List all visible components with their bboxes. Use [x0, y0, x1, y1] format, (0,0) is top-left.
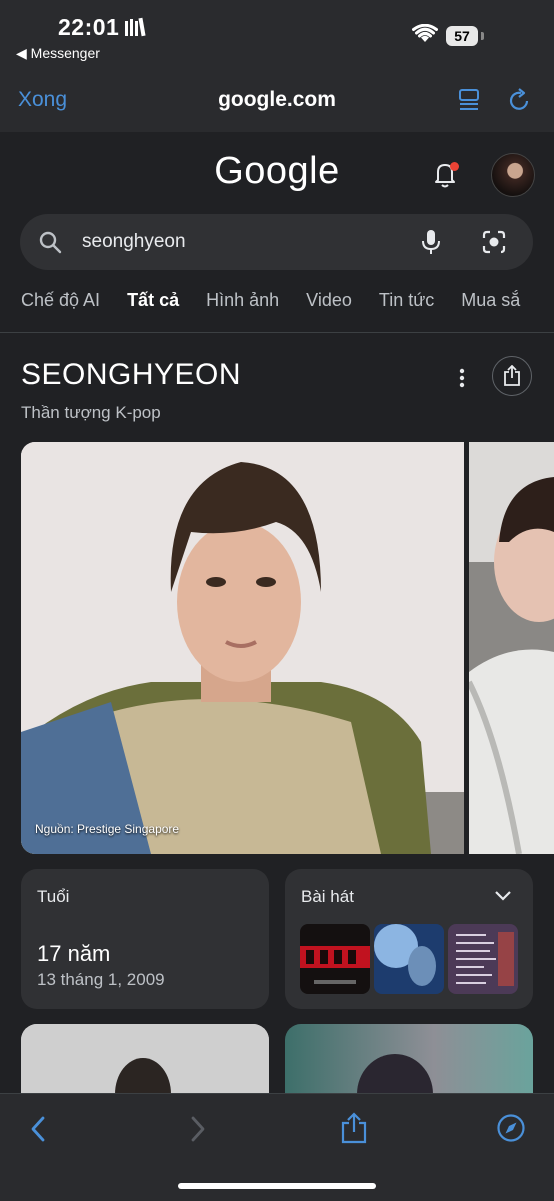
main-photo[interactable]: Nguồn: Prestige Singapore: [21, 442, 464, 854]
share-icon[interactable]: [340, 1112, 368, 1149]
image-card-1-photo: [21, 1024, 269, 1104]
book-icon: [124, 17, 148, 42]
battery-level: 57: [446, 26, 478, 46]
search-tabs: Chế độ AI Tất cả Hình ảnh Video Tin tức Mua s…: [21, 290, 554, 311]
mic-icon[interactable]: [420, 228, 442, 261]
tab-news[interactable]: Tin tức: [379, 290, 434, 311]
reload-icon[interactable]: [508, 88, 532, 119]
lens-icon[interactable]: [480, 229, 508, 260]
image-card-2-photo: [357, 1054, 433, 1104]
compass-icon[interactable]: [496, 1113, 526, 1148]
entity-subtitle: Thần tượng K-pop: [21, 403, 161, 422]
song-thumb-redred[interactable]: [300, 924, 370, 994]
song-thumb-blue[interactable]: [374, 924, 444, 994]
search-icon: [38, 230, 62, 259]
status-time: 22:01: [58, 14, 120, 40]
google-logo[interactable]: Google: [0, 150, 554, 193]
song-thumb-tracklist[interactable]: [448, 924, 518, 994]
entity-title: SEONGHYEON: [21, 358, 242, 391]
tab-video[interactable]: Video: [306, 290, 352, 311]
forward-arrow-icon[interactable]: [188, 1114, 208, 1149]
search-input[interactable]: seonghyeon: [20, 214, 533, 270]
search-query[interactable]: seonghyeon: [82, 231, 186, 253]
reader-icon[interactable]: [458, 88, 480, 119]
chevron-down-icon[interactable]: [493, 889, 513, 908]
avatar[interactable]: [491, 153, 535, 197]
share-icon: [503, 364, 521, 392]
tabs-divider: [0, 332, 554, 333]
photo-credit: Nguồn: Prestige Singapore: [35, 822, 180, 836]
wifi-icon: [412, 23, 438, 49]
tab-shopping[interactable]: Mua sắ: [461, 290, 520, 311]
back-to-app-link[interactable]: ◀ Messenger: [16, 45, 100, 62]
songs-card[interactable]: Bài hát: [285, 869, 533, 1009]
more-icon[interactable]: [452, 366, 472, 395]
tab-images[interactable]: Hình ảnh: [206, 290, 279, 311]
image-card-1[interactable]: [21, 1024, 269, 1104]
portrait-image-2: [469, 442, 554, 854]
portrait-image: [21, 442, 464, 854]
songs-label: Bài hát: [301, 887, 354, 906]
age-label: Tuổi: [37, 887, 70, 906]
home-indicator[interactable]: [178, 1183, 376, 1189]
age-card[interactable]: Tuổi 17 năm 13 tháng 1, 2009: [21, 869, 269, 1009]
tab-ai-mode[interactable]: Chế độ AI: [21, 290, 100, 311]
second-photo[interactable]: [469, 442, 554, 854]
image-card-2[interactable]: [285, 1024, 533, 1104]
share-button[interactable]: [492, 356, 532, 396]
battery-tip: [481, 32, 484, 40]
notification-dot: [450, 162, 459, 171]
tab-all[interactable]: Tất cả: [127, 290, 179, 311]
age-value: 17 năm: [37, 941, 111, 966]
back-arrow-icon[interactable]: [28, 1114, 48, 1149]
birth-date: 13 tháng 1, 2009: [37, 970, 165, 989]
